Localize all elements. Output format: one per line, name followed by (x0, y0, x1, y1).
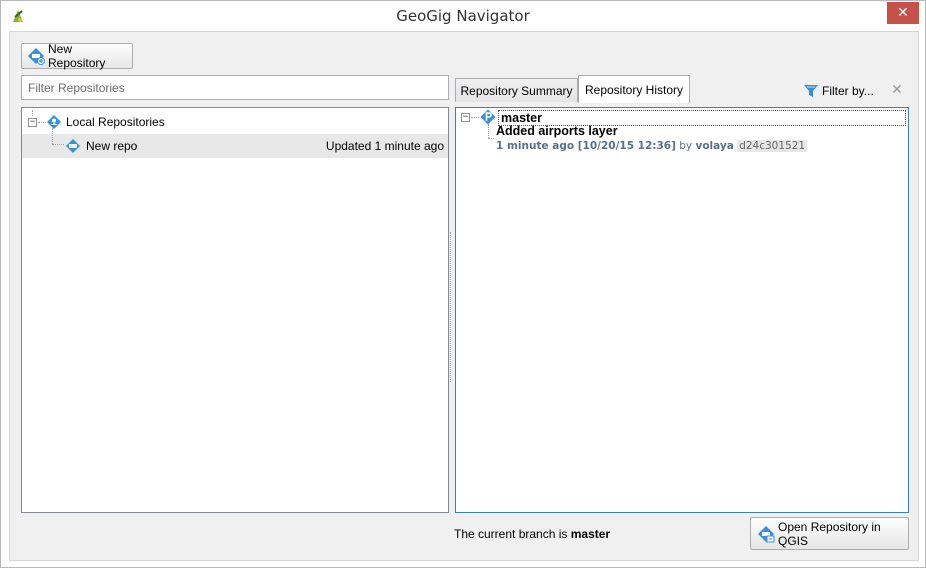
clear-filter-icon[interactable]: ✕ (891, 82, 903, 98)
title-bar: GeoGig Navigator ✕ (1, 1, 925, 31)
commit-hash: d24c301521 (737, 140, 808, 152)
tree-guide-line (488, 138, 494, 139)
current-branch-name: master (570, 527, 611, 541)
commit-details: 1 minute ago [10/20/15 12:36] by volaya … (496, 140, 808, 152)
tree-item-repository[interactable]: New repo Updated 1 minute ago (22, 128, 448, 158)
commit-by: by (679, 140, 693, 152)
tree-guide-line (488, 124, 489, 138)
current-branch-status: The current branch is master (454, 527, 610, 541)
new-repository-button[interactable]: New Repository (21, 42, 133, 70)
filter-repositories-input[interactable] (21, 75, 449, 100)
commit-time: 1 minute ago [10/20/15 12:36] (496, 140, 676, 152)
tree-guide-line (32, 110, 33, 116)
commit-message[interactable]: Added airports layer (496, 124, 618, 138)
geogig-navigator-window: GeoGig Navigator ✕ New Repository − (0, 0, 926, 568)
commit-author: volaya (695, 140, 734, 152)
new-repository-label: New Repository (48, 42, 106, 70)
funnel-icon (804, 85, 818, 97)
repository-updated-status: Updated 1 minute ago (325, 139, 444, 153)
collapse-toggle[interactable]: − (28, 118, 37, 127)
tree-guide-line (38, 122, 46, 123)
repository-name: New repo (86, 139, 138, 153)
tree-item-local-repositories[interactable]: − Local Repositories (22, 110, 448, 134)
current-branch-prefix: The current branch is (454, 527, 568, 541)
window-close-button[interactable]: ✕ (887, 2, 919, 24)
open-repository-label: Open Repository in QGIS (778, 519, 881, 548)
tab-repository-history[interactable]: Repository History (578, 75, 690, 103)
panel-splitter-handle[interactable] (450, 232, 453, 382)
local-repositories-icon (46, 114, 62, 130)
new-repository-icon (27, 47, 45, 65)
tree-guide-line (471, 117, 479, 118)
tree-guide-line (52, 144, 64, 145)
filter-by-label: Filter by... (822, 84, 874, 98)
repository-icon (65, 138, 81, 154)
filter-by-button[interactable]: Filter by... (803, 83, 874, 99)
history-tree[interactable]: − master Added airports layer 1 minute a… (455, 107, 909, 513)
repositories-tree[interactable]: − Local Repositories New repo Updated 1 … (21, 107, 449, 513)
window-title: GeoGig Navigator (396, 7, 530, 25)
branch-name: master (501, 111, 542, 125)
open-repository-icon (757, 525, 775, 543)
tree-guide-line (52, 128, 53, 144)
dialog-body: New Repository − Local Repositories (9, 31, 919, 561)
tab-repository-summary[interactable]: Repository Summary (455, 78, 578, 102)
collapse-toggle[interactable]: − (461, 113, 470, 122)
branch-icon (480, 109, 496, 125)
tree-item-label: Local Repositories (66, 115, 165, 129)
open-repository-in-qgis-button[interactable]: Open Repository in QGIS (750, 517, 909, 550)
